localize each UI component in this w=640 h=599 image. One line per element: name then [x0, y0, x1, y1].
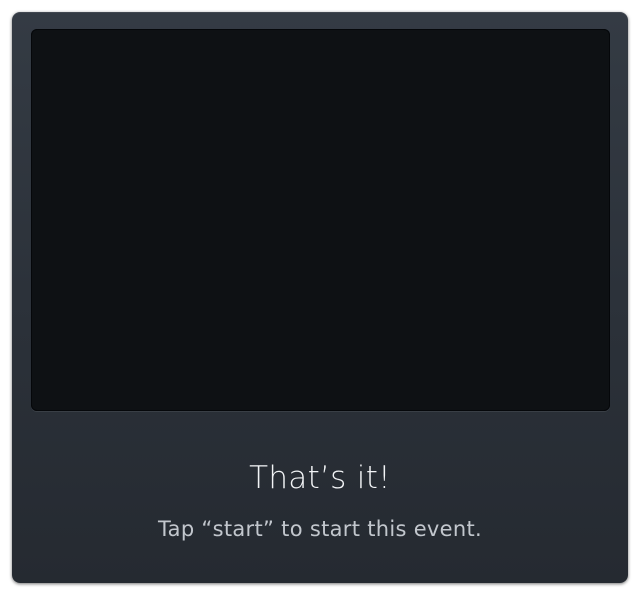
card-instructions: Tap “start” to start this event. — [158, 517, 482, 541]
camera-preview — [31, 29, 610, 411]
card-title: That’s it! — [249, 460, 391, 496]
event-card: That’s it! Tap “start” to start this eve… — [12, 12, 628, 583]
